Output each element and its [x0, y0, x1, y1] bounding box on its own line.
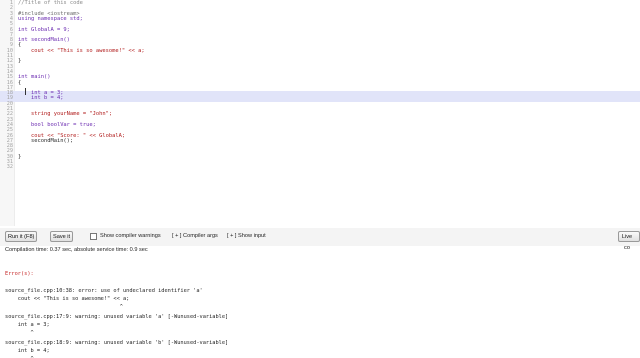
output-line: ^	[5, 330, 34, 336]
code-editor[interactable]: 1//Title of this code 2 3 #include <iostrea…	[0, 0, 640, 226]
show-warnings-label[interactable]: Show compiler warnings	[100, 232, 161, 240]
show-warnings-checkbox[interactable]	[90, 233, 97, 240]
output-line: source_file.cpp:18:9: warning: unused va…	[5, 340, 229, 346]
output-line: source_file.cpp:17:9: warning: unused va…	[5, 314, 229, 320]
compilation-time-text: Compilation time: 0.37 sec, absolute ser…	[5, 247, 148, 253]
toolbar: Run it (F8) Save it Show compiler warnin…	[0, 228, 640, 251]
output-line: source_file.cpp:10:38: error: use of und…	[5, 288, 203, 294]
errors-title: Error(s):	[5, 271, 34, 277]
live-cooperation-button[interactable]: Live co	[618, 231, 640, 251]
output-line: cout << "This is so awesome!" << a;	[5, 296, 130, 302]
output-line: int b = 4;	[5, 348, 50, 354]
output-line: ^	[5, 304, 123, 310]
output-panel: Error(s): source_file.cpp:10:38: error: …	[0, 266, 640, 358]
output-line: int a = 3;	[5, 322, 50, 328]
code-line: 32	[0, 164, 640, 171]
show-input-toggle[interactable]: [ + ] Show input	[227, 232, 266, 240]
text-cursor	[25, 88, 26, 95]
compiler-args-toggle[interactable]: [ + ] Compiler args	[172, 232, 218, 240]
line-number: 32	[6, 164, 13, 171]
run-button[interactable]: Run it (F8)	[5, 231, 38, 242]
save-button[interactable]: Save it	[50, 231, 74, 242]
